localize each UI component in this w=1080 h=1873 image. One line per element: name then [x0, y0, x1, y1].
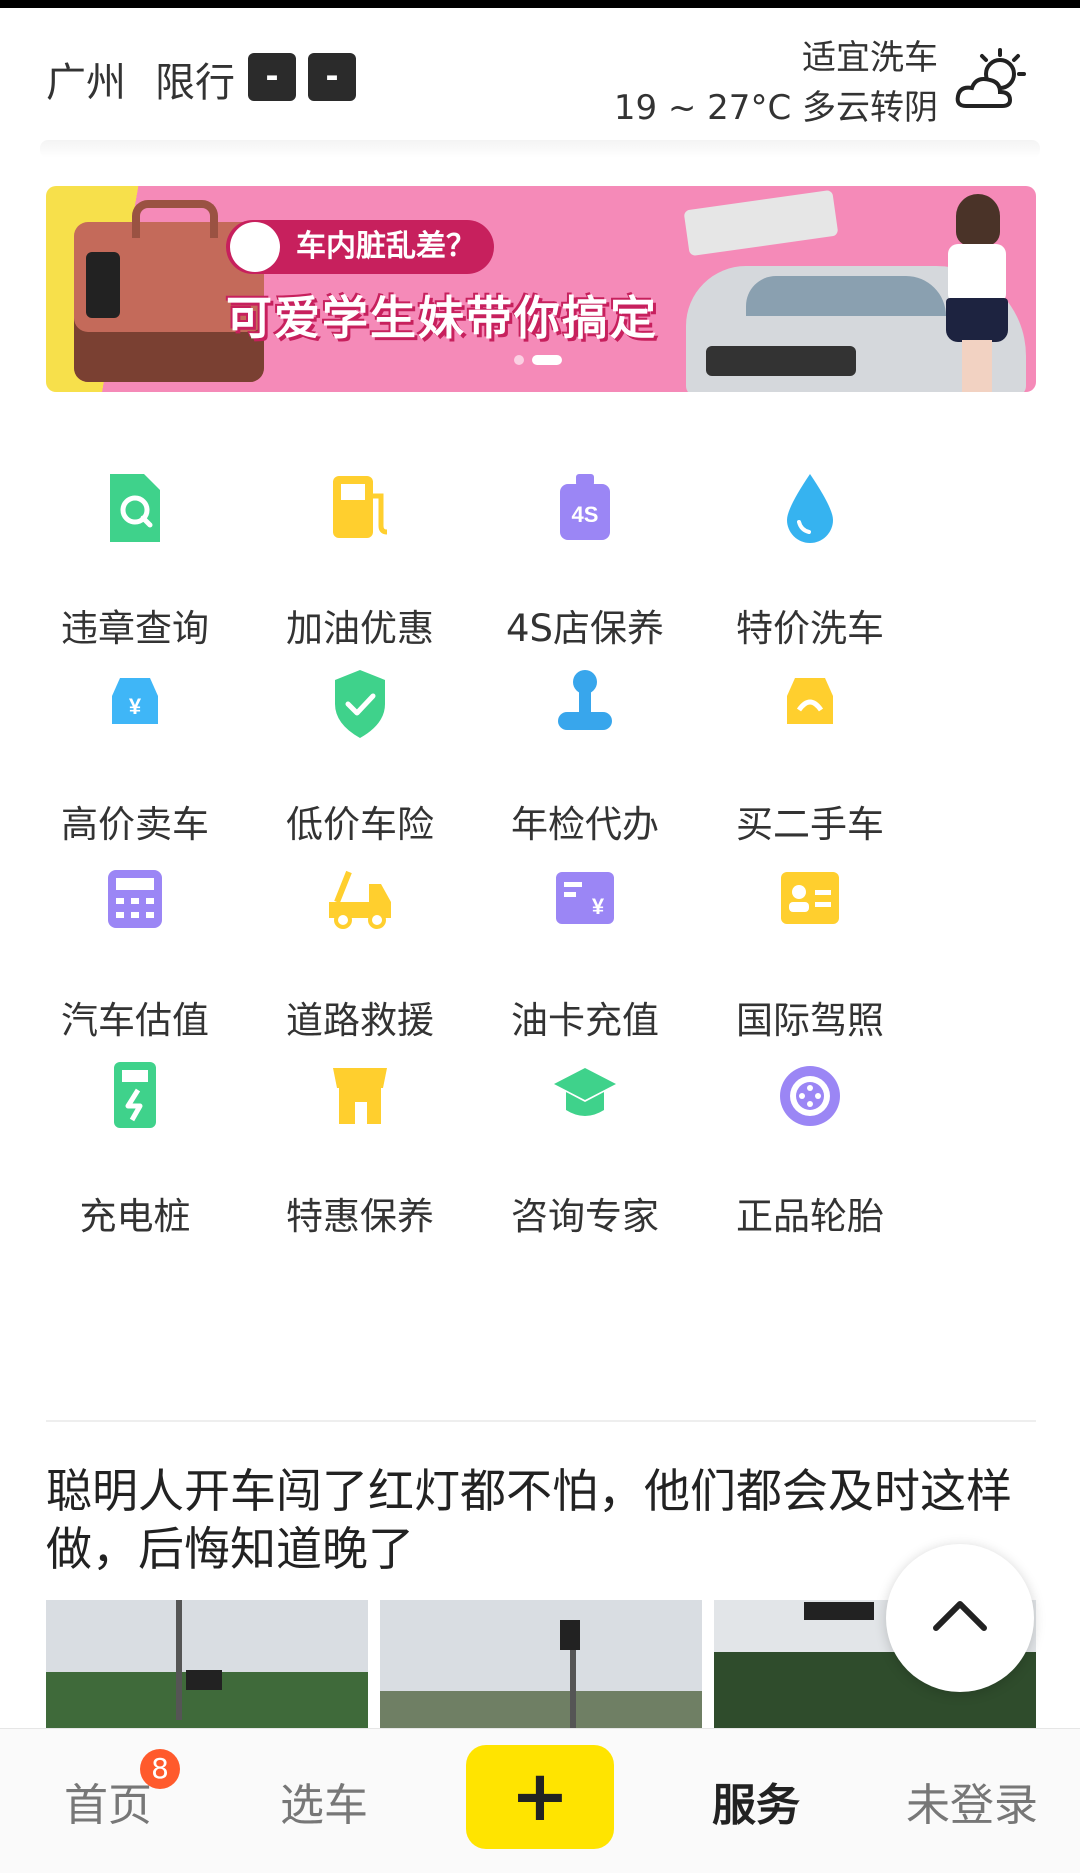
add-button[interactable]: + [466, 1745, 614, 1849]
calculator-icon [108, 870, 162, 928]
service-label: 特价洗车 [736, 607, 884, 650]
wash-advice: 适宜洗车 [802, 38, 938, 78]
water-drop-icon [787, 474, 833, 543]
banner-dot-active [532, 355, 562, 365]
organizer-card-image [683, 189, 839, 257]
nav-service[interactable]: 服务 [648, 1769, 864, 1833]
flower-logo-icon [230, 222, 280, 272]
promo-banner[interactable]: 车内脏乱差？ 可爱学生妹带你搞定 [46, 186, 1036, 392]
plus-icon: + [510, 1755, 570, 1837]
car-yuan-icon: ¥ [112, 678, 158, 724]
limit-plate-1: - [248, 53, 296, 101]
used-car-icon [787, 678, 833, 724]
traffic-limit-label: 限行 [155, 60, 235, 106]
shield-check-icon [335, 670, 385, 738]
violation-query-icon [110, 474, 160, 542]
4s-oil-icon: 4S [560, 474, 610, 540]
phone-image [86, 252, 120, 318]
nav-home[interactable]: 首页 [0, 1769, 216, 1833]
bottom-navigation: 首页 8 选车 + 服务 未登录 [0, 1728, 1080, 1873]
service-item[interactable]: 国际驾照 [675, 862, 945, 1062]
partly-cloudy-icon [955, 48, 1026, 108]
service-item[interactable]: 特价洗车 [675, 470, 945, 670]
stamp-icon [558, 670, 612, 730]
graduation-cap-icon [554, 1068, 616, 1116]
status-bar [0, 0, 1080, 8]
header-divider [40, 140, 1040, 158]
svg-text:¥: ¥ [592, 894, 605, 919]
shop-icon [333, 1068, 387, 1124]
charging-pile-icon [114, 1062, 156, 1128]
service-item[interactable]: 买二手车 [675, 666, 945, 866]
city-selector[interactable]: 广州 [46, 50, 126, 108]
weather-temperature: 19 ~ 27°C 多云转阴 [613, 88, 938, 128]
card-yuan-icon: ¥ [556, 872, 614, 924]
svg-text:¥: ¥ [129, 694, 142, 719]
banner-pagination [514, 350, 570, 369]
service-label: 国际驾照 [736, 999, 884, 1042]
service-item[interactable]: 正品轮胎 [675, 1058, 945, 1258]
article-title[interactable]: 聪明人开车闯了红灯都不怕，他们都会及时这样做，后悔知道晚了 [46, 1462, 1026, 1578]
article-image-1 [46, 1600, 368, 1730]
chevron-up-icon [933, 1601, 987, 1631]
limit-plate-2: - [308, 53, 356, 101]
fuel-pump-icon [333, 476, 388, 538]
banner-dot [514, 355, 524, 365]
banner-headline: 可爱学生妹带你搞定 [226, 291, 658, 345]
tow-truck-icon [329, 870, 391, 929]
header: 广州 限行 - - 适宜洗车 19 ~ 27°C 多云转阴 [0, 8, 1080, 148]
section-divider [46, 1420, 1036, 1422]
license-card-icon [781, 872, 839, 924]
svg-text:4S: 4S [572, 502, 599, 527]
back-to-top-button[interactable] [886, 1544, 1034, 1692]
service-label: 买二手车 [736, 803, 884, 846]
service-label: 正品轮胎 [736, 1195, 884, 1238]
article-image-2 [380, 1600, 702, 1730]
tire-icon [780, 1066, 840, 1126]
nav-login[interactable]: 未登录 [864, 1769, 1080, 1833]
model-image [946, 186, 1008, 392]
home-badge: 8 [140, 1749, 180, 1789]
nav-select-car[interactable]: 选车 [216, 1769, 432, 1833]
